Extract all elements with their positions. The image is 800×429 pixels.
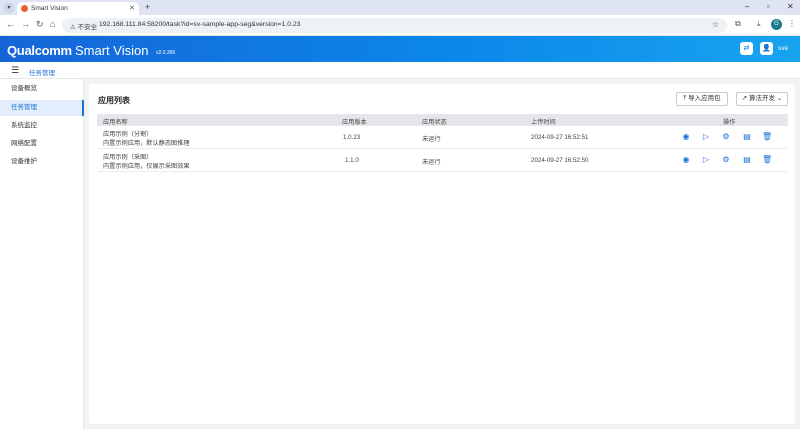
eye-icon[interactable]: ◉ <box>681 155 691 165</box>
product-name: Smart Vision <box>75 43 149 58</box>
app-version: 1.0.23 <box>343 134 361 141</box>
sidebar: 设备概览 任务管理 系统监控 网络配置 设备维护 <box>0 79 84 429</box>
app-status: 未运行 <box>422 159 441 166</box>
new-tab-button[interactable]: + <box>145 2 150 12</box>
trash-icon[interactable]: 🗑 <box>762 132 772 142</box>
breadcrumb: ☰ 任务管理 <box>0 62 800 79</box>
app-list-card: 应用列表 ⤒ 导入应用包 ↗ 算法开发 ⌄ 应用名称 应用版本 应用状态 上传时… <box>89 84 795 424</box>
upload-time: 2024-09-27 16:52:50 <box>531 157 589 164</box>
app-name: 应用示例（采图） <box>103 154 153 161</box>
algorithm-dev-button[interactable]: ↗ 算法开发 ⌄ <box>736 92 788 106</box>
browser-tab-bar: ▾ Smart Vision ✕ + – ▫ ✕ <box>0 0 800 15</box>
breadcrumb-current[interactable]: 任务管理 <box>29 67 55 77</box>
minimize-button[interactable]: – <box>745 2 749 11</box>
gear-icon[interactable]: ⚙ <box>721 155 731 165</box>
table-row[interactable]: 应用示例（分割） 内置示例应用，默认静态图推理 1.0.23 未运行 2024-… <box>97 126 788 149</box>
page-title: 应用列表 <box>98 96 130 105</box>
maximize-button[interactable]: ▫ <box>767 2 770 11</box>
app-description: 内置示例应用，仅展示采图效果 <box>103 163 190 170</box>
bookmark-star-icon[interactable]: ☆ <box>712 20 719 29</box>
brand-logo: Qualcomm <box>7 43 72 58</box>
app-header: Qualcomm Smart Vision v2.0.366 ⇄ 👤 sve <box>0 36 800 62</box>
not-secure-badge[interactable]: ⚠ 不安全 <box>70 21 97 31</box>
sidebar-item-system-monitor[interactable]: 系统监控 <box>0 118 84 134</box>
profile-avatar[interactable]: G <box>771 19 782 30</box>
user-icon[interactable]: 👤 <box>760 42 773 55</box>
favicon-icon <box>21 5 28 12</box>
sidebar-item-device-maintenance[interactable]: 设备维护 <box>0 154 84 170</box>
column-header-name: 应用名称 <box>103 119 128 126</box>
user-name[interactable]: sve <box>778 45 788 52</box>
tab-list-menu-icon[interactable]: ▾ <box>4 3 14 13</box>
import-package-button[interactable]: ⤒ 导入应用包 <box>676 92 728 106</box>
gear-icon[interactable]: ⚙ <box>721 132 731 142</box>
document-icon[interactable]: ▤ <box>742 155 752 165</box>
upload-icon: ⤒ <box>683 95 687 102</box>
app-status: 未运行 <box>422 136 441 143</box>
extensions-icon[interactable]: ⧉ <box>735 19 741 29</box>
browser-menu-icon[interactable]: ⋮ <box>788 19 796 28</box>
app-name: 应用示例（分割） <box>103 131 153 138</box>
play-icon[interactable]: ▷ <box>701 132 711 142</box>
app-version: v2.0.366 <box>156 50 176 56</box>
url-input[interactable]: ⚠ 不安全 192.168.111.84:58200/task?id=sv-sa… <box>62 18 727 33</box>
trash-icon[interactable]: 🗑 <box>762 155 772 165</box>
home-icon[interactable]: ⌂ <box>50 19 55 29</box>
browser-tab[interactable]: Smart Vision ✕ <box>17 2 139 15</box>
chevron-down-icon: ⌄ <box>776 95 783 102</box>
tab-close-icon[interactable]: ✕ <box>129 4 135 12</box>
eye-icon[interactable]: ◉ <box>681 132 691 142</box>
sidebar-item-device-overview[interactable]: 设备概览 <box>0 81 84 97</box>
external-link-icon: ↗ <box>741 95 748 102</box>
play-icon[interactable]: ▷ <box>701 155 711 165</box>
sidebar-item-task-management[interactable]: 任务管理 <box>0 100 84 116</box>
column-header-status: 应用状态 <box>422 119 447 126</box>
column-header-actions: 操作 <box>723 119 736 126</box>
menu-toggle-icon[interactable]: ☰ <box>11 65 19 76</box>
table-header: 应用名称 应用版本 应用状态 上传时间 操作 <box>97 114 788 126</box>
app-description: 内置示例应用，默认静态图推理 <box>103 140 190 147</box>
browser-address-bar: ← → ↻ ⌂ ⚠ 不安全 192.168.111.84:58200/task?… <box>0 15 800 36</box>
language-icon[interactable]: ⇄ <box>740 42 753 55</box>
sidebar-item-network-config[interactable]: 网络配置 <box>0 136 84 152</box>
forward-icon[interactable]: → <box>21 19 30 29</box>
app-version: 1.1.0 <box>345 157 359 164</box>
download-icon[interactable]: ⤓ <box>757 19 761 29</box>
table-row[interactable]: 应用示例（采图） 内置示例应用，仅展示采图效果 1.1.0 未运行 2024-0… <box>97 149 788 172</box>
close-window-button[interactable]: ✕ <box>787 2 794 11</box>
column-header-version: 应用版本 <box>342 119 367 126</box>
tab-title: Smart Vision <box>31 5 68 12</box>
column-header-upload-time: 上传时间 <box>531 119 556 126</box>
document-icon[interactable]: ▤ <box>742 132 752 142</box>
back-icon[interactable]: ← <box>6 19 15 29</box>
reload-icon[interactable]: ↻ <box>36 19 44 30</box>
url-text: 192.168.111.84:58200/task?id=sv-sample-a… <box>99 21 301 28</box>
upload-time: 2024-09-27 16:52:51 <box>531 134 589 141</box>
